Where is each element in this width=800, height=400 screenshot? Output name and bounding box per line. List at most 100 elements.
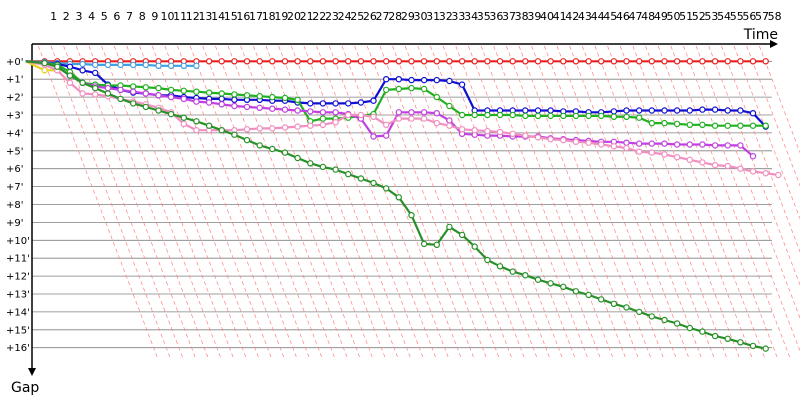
series-6-point-37 [496, 128, 504, 136]
series-4-point-17 [243, 92, 251, 99]
series-6-point-32 [433, 119, 440, 127]
series-4-point-56 [737, 122, 744, 129]
lap-diagonal-21 [290, 45, 412, 361]
series-5-point-56 [737, 142, 744, 149]
series-3-point-29 [395, 75, 402, 83]
lap-tick-label-58: 58 [768, 10, 782, 23]
series-7-point-40 [534, 276, 542, 283]
series-7-point-7 [117, 95, 124, 103]
series-6-point-29 [395, 115, 402, 122]
gap-tick-label-5: +5' [6, 146, 24, 157]
series-0-point-31 [420, 58, 428, 65]
series-7-point-39 [522, 272, 529, 279]
series-6-point-57 [749, 168, 757, 175]
lap-diagonals-layer [37, 45, 800, 361]
series-7-point-3 [66, 72, 74, 79]
lap-diagonal-29 [392, 45, 513, 361]
series-5-point-17 [243, 103, 251, 111]
lap-tick-label-1: 1 [50, 10, 57, 23]
y-axis-arrow [28, 368, 36, 376]
gap-tick-label-10: +10' [6, 236, 30, 247]
series-6-point-22 [307, 122, 314, 129]
series-6-point-31 [420, 115, 428, 122]
series-4-point-41 [547, 112, 554, 120]
series-0-point-18 [256, 58, 263, 65]
series-6-point-35 [471, 126, 478, 134]
series-7-point-38 [509, 268, 516, 275]
series-7-point-4 [79, 79, 86, 87]
series-7-point-23 [319, 163, 327, 171]
series-7-point-58 [762, 345, 769, 352]
series-6-point-21 [294, 123, 301, 130]
series-7-point-8 [129, 100, 137, 107]
series-5-point-7 [117, 86, 124, 94]
gap-tick-label-8: +8' [6, 200, 24, 211]
series-3-point-25 [345, 100, 352, 107]
series-6-point-27 [370, 113, 377, 121]
lap-tick-label-9: 9 [151, 10, 158, 23]
lap-diagonal-45 [594, 45, 716, 361]
series-5-point-27 [370, 133, 377, 140]
lap-diagonal-48 [632, 45, 754, 361]
series-6-point-52 [686, 156, 694, 163]
series-4-point-44 [585, 112, 592, 120]
series-0-point-39 [522, 58, 529, 65]
gap-tick-label-11: +11' [6, 254, 30, 265]
series-5-point-32 [433, 109, 440, 117]
series-6-point-24 [332, 118, 339, 126]
y-axis-title: Gap [11, 380, 39, 396]
series-3-point-50 [661, 107, 668, 114]
series-3-point-39 [522, 107, 529, 114]
series-4-point-10 [155, 84, 162, 92]
series-5-point-23 [319, 109, 327, 116]
series-5-point-16 [231, 102, 238, 110]
lap-diagonal-42 [556, 45, 678, 361]
series-7-point-20 [281, 149, 289, 156]
series-4-point-11 [167, 86, 175, 94]
series-7-point-43 [572, 288, 580, 295]
gap-tick-label-0: +0' [6, 57, 24, 68]
series-4-point-48 [636, 114, 643, 121]
series-4-point-40 [534, 112, 542, 120]
series-6-point-51 [673, 153, 681, 161]
series-3-point-32 [433, 76, 440, 84]
series-6-point-47 [623, 144, 630, 152]
series-7-point-1 [41, 59, 48, 67]
series-5-point-24 [332, 109, 339, 116]
series-4-point-31 [420, 85, 428, 93]
series-4-point-12 [180, 87, 187, 95]
series-3-point-52 [686, 107, 694, 114]
series-7-point-46 [610, 300, 618, 307]
series-7-point-2 [54, 63, 61, 70]
lap-diagonal-46 [607, 45, 728, 361]
series-4-point-14 [205, 89, 213, 96]
series-0-point-55 [724, 58, 731, 65]
series-7-point-22 [307, 160, 314, 167]
series-6-point-17 [243, 126, 251, 133]
series-3-point-53 [699, 106, 706, 113]
series-0-point-33 [446, 58, 453, 65]
series-6-point-55 [724, 162, 731, 170]
series-1-point-9 [142, 61, 149, 69]
series-0-point-37 [496, 58, 504, 65]
lap-tick-label-3: 3 [75, 10, 82, 23]
race-gap-chart: Time Gap 1 2 3 4 5 6 7 8 9 1011121314151617181920… [6, 10, 800, 396]
lap-tick-label-7: 7 [126, 10, 133, 23]
series-6-point-34 [458, 126, 466, 133]
series-3-point-30 [408, 76, 415, 84]
series-7-point-45 [598, 296, 605, 303]
series-4-point-19 [269, 93, 276, 101]
series-0-point-52 [686, 58, 694, 65]
series-0-point-47 [623, 58, 630, 65]
series-0-point-40 [534, 58, 542, 65]
series-6-point-12 [180, 120, 187, 128]
series-4-point-52 [686, 121, 694, 129]
series-0-point-57 [749, 58, 757, 65]
series-6-point-58 [762, 169, 769, 177]
lap-diagonal-43 [569, 45, 690, 361]
series-6-point-39 [522, 132, 529, 139]
series-4-point-46 [610, 113, 618, 121]
series-7-point-31 [420, 240, 428, 248]
series-0-point-38 [509, 58, 516, 65]
series-5-point-33 [446, 117, 453, 124]
